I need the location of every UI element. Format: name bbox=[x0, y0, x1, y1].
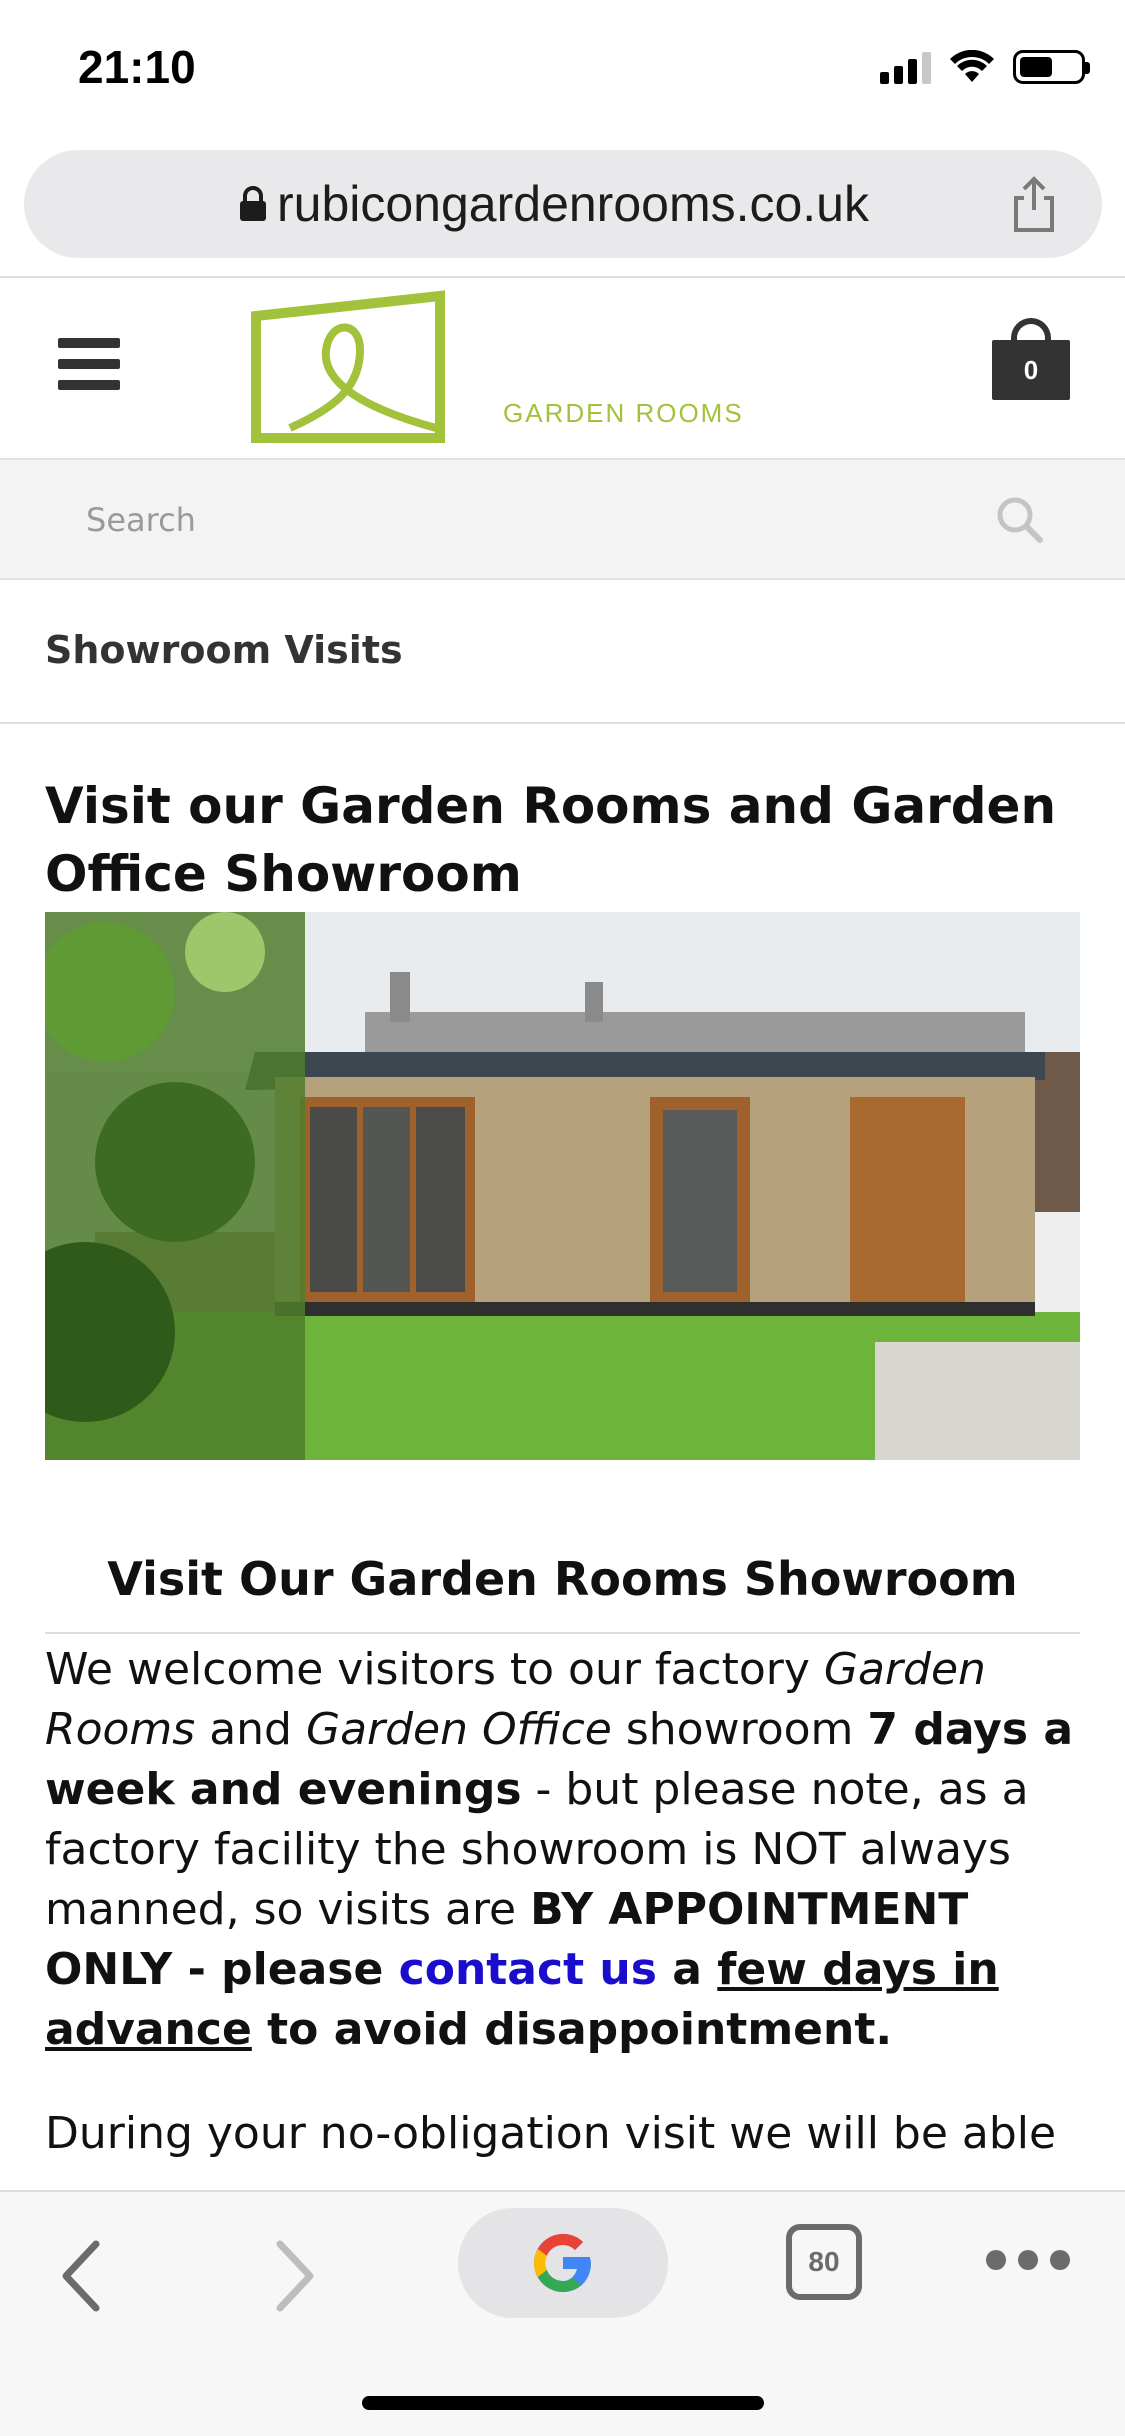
contact-us-link[interactable]: contact us bbox=[399, 1944, 657, 1995]
more-icon[interactable] bbox=[986, 2250, 1070, 2270]
intro-paragraph: We welcome visitors to our factory Garde… bbox=[45, 1644, 1074, 2055]
hero-image bbox=[0, 912, 1080, 1460]
status-time: 21:10 bbox=[78, 41, 196, 93]
cellular-signal-icon bbox=[880, 50, 931, 84]
wifi-icon bbox=[950, 50, 994, 82]
back-icon[interactable] bbox=[56, 2236, 106, 2316]
status-bar: 21:10 bbox=[0, 0, 1125, 140]
page-heading: Showroom Visits bbox=[45, 628, 403, 672]
status-icons bbox=[880, 50, 1090, 84]
logo-text: GARDEN ROOMS bbox=[503, 398, 744, 428]
page-title: Visit our Garden Rooms and Garden Office… bbox=[45, 777, 1057, 903]
lock-icon bbox=[240, 186, 266, 221]
site-header: GARDEN ROOMS 0 bbox=[0, 278, 1125, 458]
google-icon bbox=[534, 2234, 591, 2292]
search-icon[interactable] bbox=[994, 494, 1044, 544]
search-input[interactable] bbox=[86, 494, 886, 546]
google-button[interactable] bbox=[458, 2208, 668, 2318]
url-text: rubicongardenrooms.co.uk bbox=[277, 176, 869, 232]
section-title: Visit Our Garden Rooms Showroom bbox=[45, 1552, 1080, 1634]
page-heading-bar: Showroom Visits bbox=[0, 580, 1125, 724]
cart-button[interactable]: 0 bbox=[992, 318, 1070, 400]
address-bar[interactable]: rubicongardenrooms.co.uk bbox=[24, 150, 1102, 258]
logo[interactable] bbox=[250, 290, 450, 446]
home-indicator bbox=[362, 2396, 764, 2410]
battery-icon bbox=[1013, 50, 1090, 84]
forward-icon[interactable] bbox=[270, 2236, 320, 2316]
tabs-icon[interactable]: 80 bbox=[786, 2224, 862, 2300]
main-content: Visit our Garden Rooms and Garden Office… bbox=[0, 724, 1080, 2164]
visit-paragraph: During your no-obligation visit we will … bbox=[45, 2108, 1057, 2159]
search-bar bbox=[0, 458, 1125, 580]
menu-icon[interactable] bbox=[58, 338, 120, 390]
cart-count: 0 bbox=[992, 340, 1070, 400]
share-icon[interactable] bbox=[1004, 174, 1064, 234]
